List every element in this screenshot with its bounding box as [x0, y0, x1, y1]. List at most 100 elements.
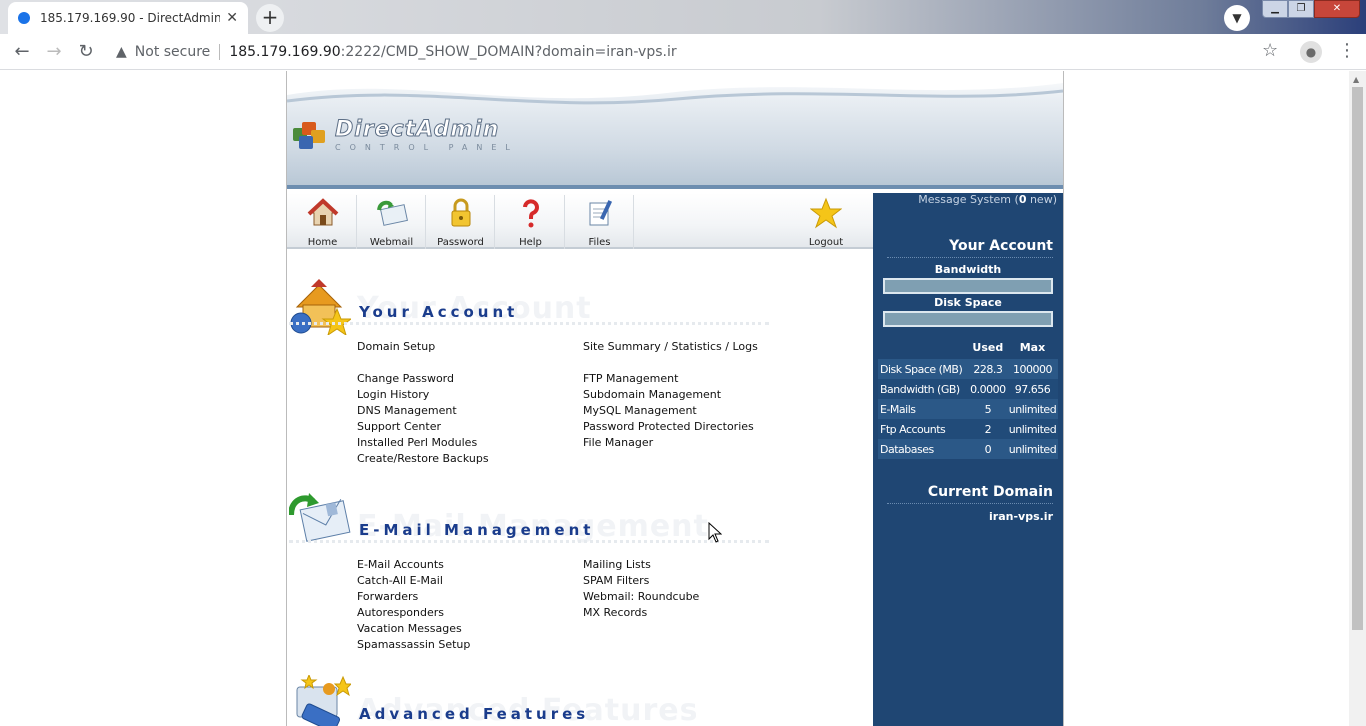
message-system-prefix: Message System (: [918, 193, 1019, 206]
site-summary-link[interactable]: Site Summary / Statistics / Logs: [583, 339, 758, 355]
change-password-link[interactable]: Change Password: [357, 371, 489, 387]
dns-management-link[interactable]: DNS Management: [357, 403, 489, 419]
warning-icon[interactable]: ▲: [116, 44, 127, 60]
nav-webmail-label: Webmail: [369, 237, 414, 248]
directadmin-logo[interactable]: DirectAdmin CONTROL PANEL: [293, 117, 519, 152]
link-spacer: [583, 355, 758, 371]
usage-header-blank: [878, 335, 969, 359]
stat-used: 0.0000: [968, 379, 1007, 399]
star-icon: [809, 197, 843, 229]
email-accounts-link[interactable]: E-Mail Accounts: [357, 557, 470, 573]
table-row: Databases 0 unlimited: [878, 439, 1058, 459]
url-host: 185.179.169.90: [229, 44, 341, 60]
advanced-section-header: Advanced Features Advanced Features: [287, 675, 873, 726]
email-management-heading: E-Mail Management: [359, 521, 595, 539]
stat-label: Databases: [878, 439, 969, 459]
stat-max: unlimited: [1006, 439, 1058, 459]
account-sidebar: Message System (0 new) Your Account Band…: [873, 193, 1063, 726]
stat-used: 228.3: [968, 359, 1007, 379]
nav-password-label: Password: [437, 237, 484, 248]
domain-setup-link[interactable]: Domain Setup: [357, 339, 489, 355]
table-row: Bandwidth (GB) 0.0000 97.656: [878, 379, 1058, 399]
table-row: Disk Space (MB) 228.3 100000: [878, 359, 1058, 379]
nav-home-label: Home: [307, 237, 338, 248]
lock-icon: [445, 197, 477, 229]
stat-used: 2: [968, 419, 1007, 439]
autoresponders-link[interactable]: Autoresponders: [357, 605, 470, 621]
ftp-management-link[interactable]: FTP Management: [583, 371, 758, 387]
login-history-link[interactable]: Login History: [357, 387, 489, 403]
current-domain-value[interactable]: iran-vps.ir: [989, 510, 1053, 523]
support-center-link[interactable]: Support Center: [357, 419, 489, 435]
window-close-button[interactable]: ✕: [1314, 0, 1360, 18]
table-row: E-Mails 5 unlimited: [878, 399, 1058, 419]
page-scrollbar[interactable]: ▲: [1349, 71, 1366, 726]
nav-password[interactable]: Password: [427, 195, 495, 249]
email-section-header: E-Mail Management E-Mail Management: [287, 491, 873, 561]
back-icon[interactable]: ←: [10, 40, 34, 64]
nav-help[interactable]: Help: [497, 195, 565, 249]
stat-label: Ftp Accounts: [878, 419, 969, 439]
disk-space-label: Disk Space: [934, 296, 1002, 309]
nav-files[interactable]: Files: [566, 195, 634, 249]
bandwidth-usage-bar: [883, 278, 1053, 294]
link-spacer: [357, 355, 489, 371]
account-house-icon: [290, 279, 351, 335]
section-underline: [289, 540, 769, 543]
browser-tab[interactable]: 185.179.169.90 - DirectAdmin v1 ✕: [8, 2, 248, 34]
stat-max: unlimited: [1006, 419, 1058, 439]
mx-records-link[interactable]: MX Records: [583, 605, 699, 621]
spam-filters-link[interactable]: SPAM Filters: [583, 573, 699, 589]
logo-cubes-icon: [293, 121, 325, 150]
window-minimize-button[interactable]: ▁: [1262, 0, 1288, 18]
tab-close-icon[interactable]: ✕: [226, 10, 238, 26]
address-bar[interactable]: ▲ Not secure 185.179.169.90:2222/CMD_SHO…: [110, 38, 1290, 66]
stat-label: Disk Space (MB): [878, 359, 969, 379]
backups-link[interactable]: Create/Restore Backups: [357, 451, 489, 467]
section-underline: [289, 322, 769, 325]
catch-all-email-link[interactable]: Catch-All E-Mail: [357, 573, 470, 589]
scroll-up-icon[interactable]: ▲: [1353, 75, 1359, 84]
stat-max: 97.656: [1006, 379, 1058, 399]
not-secure-label[interactable]: Not secure: [135, 44, 211, 60]
webmail-roundcube-link[interactable]: Webmail: Roundcube: [583, 589, 699, 605]
directadmin-page: DirectAdmin CONTROL PANEL Home Webmail P…: [286, 71, 1064, 726]
bookmark-star-icon[interactable]: ☆: [1262, 40, 1278, 61]
window-maximize-button[interactable]: ❐: [1288, 0, 1314, 18]
stat-label: E-Mails: [878, 399, 969, 419]
spamassassin-setup-link[interactable]: Spamassassin Setup: [357, 637, 470, 653]
account-links-column-2: Site Summary / Statistics / Logs FTP Man…: [583, 339, 758, 451]
subdomain-management-link[interactable]: Subdomain Management: [583, 387, 758, 403]
nav-webmail[interactable]: Webmail: [358, 195, 426, 249]
message-system-link[interactable]: Message System (0 new): [918, 193, 1057, 206]
protected-directories-link[interactable]: Password Protected Directories: [583, 419, 758, 435]
your-account-title: Your Account: [949, 238, 1053, 254]
logo-name: DirectAdmin: [335, 117, 500, 142]
your-account-section-header: Your Account Your Account: [287, 273, 873, 343]
forwarders-link[interactable]: Forwarders: [357, 589, 470, 605]
nav-logout-label: Logout: [808, 237, 844, 248]
stat-label: Bandwidth (GB): [878, 379, 969, 399]
browser-menu-icon[interactable]: ⋮: [1338, 40, 1356, 61]
tab-search-icon[interactable]: ▼: [1224, 5, 1250, 31]
vacation-messages-link[interactable]: Vacation Messages: [357, 621, 470, 637]
perl-modules-link[interactable]: Installed Perl Modules: [357, 435, 489, 451]
email-envelope-icon: [289, 493, 351, 542]
reload-icon[interactable]: ↻: [74, 40, 98, 64]
nav-logout[interactable]: Logout: [792, 195, 860, 249]
tab-title: 185.179.169.90 - DirectAdmin v1: [40, 11, 221, 25]
nav-home[interactable]: Home: [289, 195, 357, 249]
mouse-pointer-icon: [708, 522, 722, 543]
mysql-management-link[interactable]: MySQL Management: [583, 403, 758, 419]
domain-divider: [887, 503, 1053, 504]
mailing-lists-link[interactable]: Mailing Lists: [583, 557, 699, 573]
new-tab-button[interactable]: +: [256, 4, 284, 32]
scrollbar-thumb[interactable]: [1352, 87, 1363, 630]
header-banner: DirectAdmin CONTROL PANEL: [287, 71, 1063, 189]
forward-icon[interactable]: →: [42, 40, 66, 64]
file-manager-link[interactable]: File Manager: [583, 435, 758, 451]
logo-subtitle: CONTROL PANEL: [335, 143, 519, 152]
profile-avatar-icon[interactable]: ●: [1300, 41, 1322, 63]
usage-table: Used Max Disk Space (MB) 228.3 100000 Ba…: [878, 335, 1058, 459]
bandwidth-label: Bandwidth: [934, 263, 1002, 276]
